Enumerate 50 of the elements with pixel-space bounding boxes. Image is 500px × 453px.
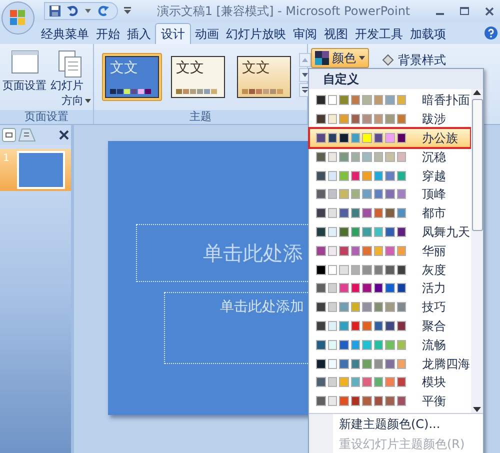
color-scheme-item[interactable]: 模块: [310, 372, 470, 392]
scrollbar[interactable]: [471, 89, 483, 413]
group-label: 页面设置: [0, 110, 93, 124]
color-scheme-item[interactable]: 办公族: [310, 128, 470, 148]
ribbon-tab[interactable]: 插入: [124, 23, 154, 44]
outline-tab-icon[interactable]: [18, 128, 36, 142]
slide-number: 1: [3, 152, 10, 166]
ribbon-tab[interactable]: 加载项: [407, 23, 449, 44]
ribbon-tab[interactable]: 开始: [93, 23, 123, 44]
color-scheme-item[interactable]: 顶峰: [310, 184, 470, 204]
ribbon-tab[interactable]: 视图: [321, 23, 351, 44]
ribbon-tab[interactable]: 幻灯片放映: [223, 23, 289, 44]
help-icon[interactable]: [484, 26, 498, 40]
color-scheme-item[interactable]: 暗香扑面: [310, 91, 470, 110]
slide-thumbnail[interactable]: [17, 151, 65, 189]
color-scheme-item[interactable]: 都市: [310, 204, 470, 223]
section-header: 自定义: [309, 69, 483, 89]
maximize-icon[interactable]: [460, 7, 469, 15]
ribbon-tab[interactable]: 审阅: [290, 23, 320, 44]
redo-icon[interactable]: [97, 5, 109, 17]
ribbon-tab[interactable]: 经典菜单: [38, 23, 92, 44]
window-title: 演示文稿1 [兼容模式] - Microsoft PowerPoint: [156, 3, 412, 20]
close-icon[interactable]: [59, 130, 69, 140]
slide-orientation-button[interactable]: 幻灯片方向: [48, 50, 90, 108]
color-palette-icon: [315, 51, 329, 65]
group-label: 主题: [94, 110, 307, 124]
page-setup-button[interactable]: 页面设置: [2, 50, 46, 94]
color-scheme-item[interactable]: 跋涉: [310, 110, 470, 129]
background-styles-button[interactable]: 背景样式: [381, 50, 446, 70]
theme-thumbnail[interactable]: 文文: [234, 53, 294, 101]
color-scheme-item[interactable]: 平衡: [310, 392, 470, 411]
slides-tab-icon[interactable]: [2, 128, 16, 142]
close-icon[interactable]: [485, 6, 494, 16]
documents-icon: [58, 50, 82, 78]
color-scheme-item[interactable]: 穿越: [310, 166, 470, 185]
customize-toolbar-icon[interactable]: [124, 7, 131, 15]
save-icon[interactable]: [49, 5, 61, 17]
menu-item[interactable]: 新建主题颜色(C)...: [339, 414, 483, 434]
undo-icon[interactable]: [67, 5, 79, 17]
theme-thumbnail[interactable]: 文文: [168, 53, 228, 101]
caret-icon: [359, 56, 365, 60]
ribbon-tab[interactable]: 开发工具: [352, 23, 406, 44]
caret-icon[interactable]: [85, 9, 91, 13]
ribbon-tab[interactable]: 动画: [192, 23, 222, 44]
color-scheme-item[interactable]: 沉稳: [310, 147, 470, 166]
scroll-thumb[interactable]: [472, 99, 482, 231]
ribbon-tab[interactable]: 设计: [155, 23, 191, 44]
caret-icon: [84, 99, 90, 103]
colors-button[interactable]: 颜色: [311, 48, 369, 68]
page-icon: [10, 50, 38, 74]
